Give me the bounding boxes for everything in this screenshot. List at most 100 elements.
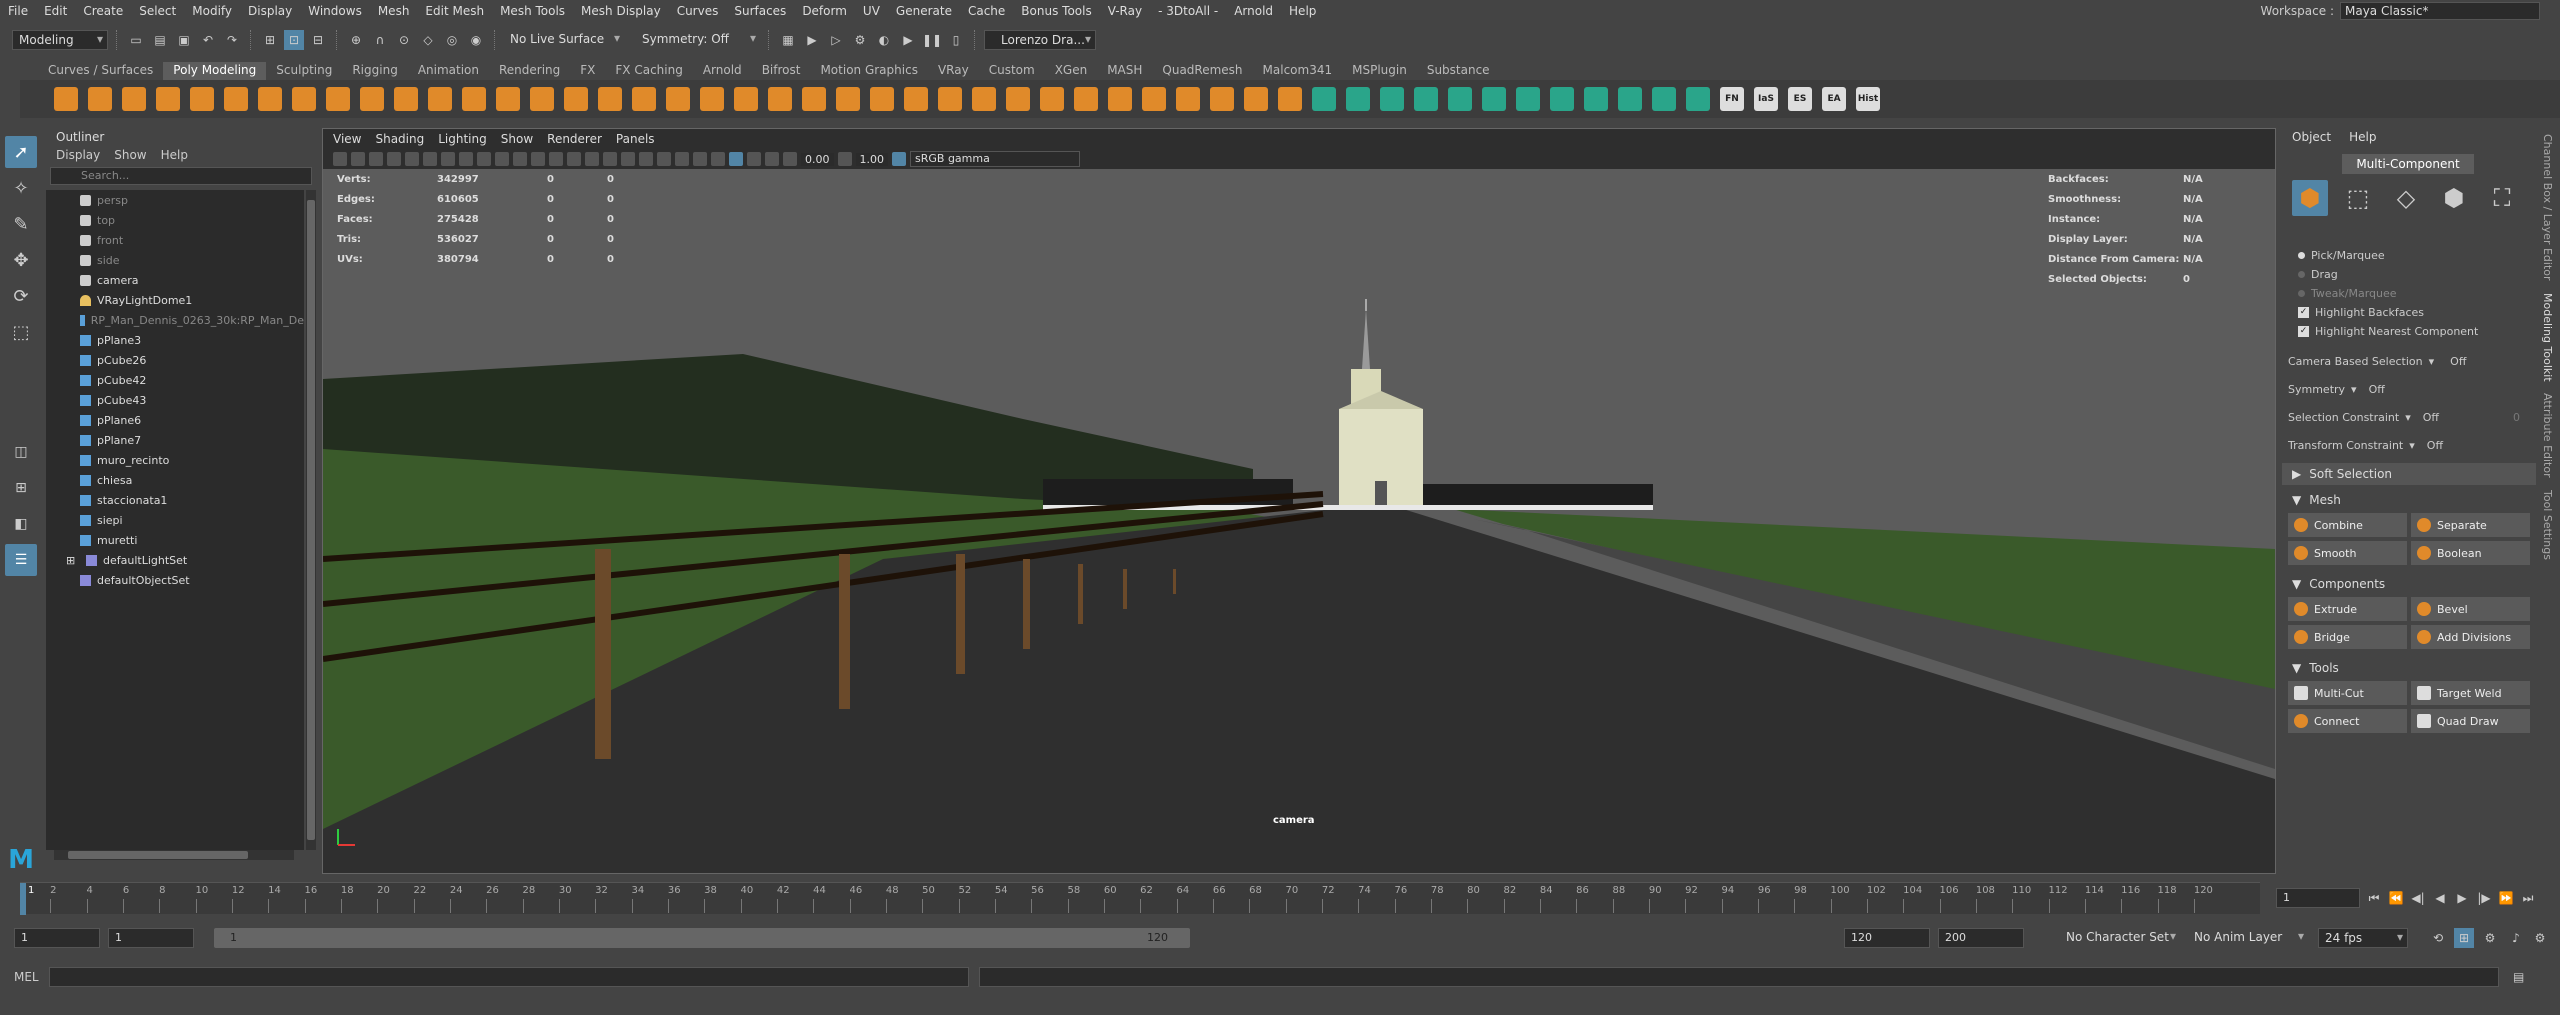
menu-windows[interactable]: Windows xyxy=(300,4,370,18)
edge-mode-icon[interactable]: ◇ xyxy=(2388,180,2424,216)
outliner-item[interactable]: defaultObjectSet xyxy=(46,570,304,590)
outliner-scrollbar[interactable] xyxy=(306,190,316,850)
user-account-dropdown[interactable]: Lorenzo Dra... xyxy=(984,30,1096,50)
pick-marquee-option[interactable]: Pick/Marquee xyxy=(2282,246,2536,265)
wireframe-icon[interactable] xyxy=(531,152,545,166)
side-tab-tool-settings[interactable]: Tool Settings xyxy=(2538,484,2557,566)
xray-joints-icon[interactable] xyxy=(747,152,761,166)
redo-icon[interactable]: ↷ xyxy=(222,30,242,50)
select-component-icon[interactable]: ⊟ xyxy=(308,30,328,50)
outliner-menu-help[interactable]: Help xyxy=(161,148,188,162)
xray-icon[interactable] xyxy=(729,152,743,166)
checkbox-checked-icon[interactable]: ✓ xyxy=(2298,307,2309,318)
combine-button[interactable]: Combine xyxy=(2288,513,2407,537)
tweak-marquee-option[interactable]: Tweak/Marquee xyxy=(2282,284,2536,303)
shelf-offset-loop-icon[interactable] xyxy=(1108,87,1132,111)
mel-input[interactable] xyxy=(48,967,969,987)
menu-edit[interactable]: Edit xyxy=(36,4,75,18)
vertex-mode-icon[interactable]: ⬚ xyxy=(2340,180,2376,216)
shelf-type-icon[interactable] xyxy=(496,87,520,111)
multi-component-button[interactable]: Multi-Component xyxy=(2342,154,2474,174)
shelf-tab-bifrost[interactable]: Bifrost xyxy=(752,62,811,80)
viewport-panel[interactable]: View Shading Lighting Show Renderer Panels 0.… xyxy=(322,128,2276,874)
loop-icon[interactable]: ⟲ xyxy=(2428,928,2448,948)
shelf-soccer-icon[interactable] xyxy=(360,87,384,111)
shelf-ea-button[interactable]: EA xyxy=(1822,87,1846,111)
shelf-tab-vray[interactable]: VRay xyxy=(928,62,979,80)
shelf-fill-hole-icon[interactable] xyxy=(768,87,792,111)
shelf-target-weld-icon[interactable] xyxy=(1006,87,1030,111)
shelf-layout-icon[interactable] xyxy=(1346,87,1370,111)
menu-bonus-tools[interactable]: Bonus Tools xyxy=(1013,4,1099,18)
shelf-smooth-icon[interactable] xyxy=(598,87,622,111)
checkbox-checked-icon[interactable]: ✓ xyxy=(2298,326,2309,337)
outliner-item[interactable]: camera xyxy=(46,270,304,290)
tools-section[interactable]: ▼ Tools xyxy=(2282,657,2536,679)
select-object-icon[interactable]: ⊡ xyxy=(284,30,304,50)
shelf-planar-icon[interactable] xyxy=(1380,87,1404,111)
drag-option[interactable]: Drag xyxy=(2282,265,2536,284)
smooth-button[interactable]: Smooth xyxy=(2288,541,2407,565)
shelf-tab-rendering[interactable]: Rendering xyxy=(489,62,570,80)
shelf-center-pivot-icon[interactable] xyxy=(1652,87,1676,111)
shelf-slide-edge-icon[interactable] xyxy=(1210,87,1234,111)
shelf-combine-icon[interactable] xyxy=(530,87,554,111)
persp-outliner-layout-icon[interactable]: ◧ xyxy=(5,508,37,540)
move-tool-icon[interactable]: ✥ xyxy=(5,244,37,276)
ambient-occlusion-icon[interactable] xyxy=(639,152,653,166)
render-icon[interactable]: ▶ xyxy=(802,30,822,50)
viewport-menu-shading[interactable]: Shading xyxy=(375,132,424,146)
animation-end-field[interactable]: 200 xyxy=(1938,928,2024,948)
preferences-icon[interactable]: ⚙ xyxy=(2530,928,2550,948)
outliner-item[interactable]: pPlane3 xyxy=(46,330,304,350)
textured-icon[interactable] xyxy=(585,152,599,166)
side-tab-attribute-editor[interactable]: Attribute Editor xyxy=(2538,387,2557,484)
menu-deform[interactable]: Deform xyxy=(794,4,855,18)
menu-cache[interactable]: Cache xyxy=(960,4,1013,18)
outliner-item[interactable]: pCube43 xyxy=(46,390,304,410)
shelf-cut-uv-icon[interactable] xyxy=(1550,87,1574,111)
snap-plane-icon[interactable]: ◇ xyxy=(418,30,438,50)
rotate-tool-icon[interactable]: ⟳ xyxy=(5,280,37,312)
auto-key-icon[interactable]: ⊞ xyxy=(2454,928,2474,948)
shelf-append-icon[interactable] xyxy=(734,87,758,111)
shelf-delete-history-icon[interactable] xyxy=(1618,87,1642,111)
shelf-tab-fx-caching[interactable]: FX Caching xyxy=(605,62,692,80)
camera-attributes-icon[interactable] xyxy=(351,152,365,166)
shelf-text-icon[interactable] xyxy=(428,87,452,111)
outliner-item[interactable]: persp xyxy=(46,190,304,210)
mel-label[interactable]: MEL xyxy=(14,970,39,984)
range-slider[interactable]: 1 120 xyxy=(214,928,1190,948)
safe-title-icon[interactable] xyxy=(513,152,527,166)
shelf-connect-icon[interactable] xyxy=(1142,87,1166,111)
shelf-edge-flow-icon[interactable] xyxy=(972,87,996,111)
quad-draw-button[interactable]: Quad Draw xyxy=(2411,709,2530,733)
shelf-cube-icon[interactable] xyxy=(88,87,112,111)
toolkit-menu-object[interactable]: Object xyxy=(2292,130,2331,144)
shelf-tab-msplugin[interactable]: MSPlugin xyxy=(1342,62,1417,80)
depth-of-field-icon[interactable] xyxy=(693,152,707,166)
shelf-tab-fx[interactable]: FX xyxy=(570,62,605,80)
play-backward-icon[interactable]: ◀ xyxy=(2432,890,2448,906)
shelf-cylinder-icon[interactable] xyxy=(122,87,146,111)
shelf-tab-mash[interactable]: MASH xyxy=(1097,62,1152,80)
ipr-icon[interactable]: ▷ xyxy=(826,30,846,50)
scroll-thumb[interactable] xyxy=(307,200,315,840)
target-weld-button[interactable]: Target Weld xyxy=(2411,681,2530,705)
workspace-dropdown[interactable]: Maya Classic* xyxy=(2340,2,2540,20)
grid-icon[interactable] xyxy=(405,152,419,166)
menu-generate[interactable]: Generate xyxy=(888,4,960,18)
viewport-menu-view[interactable]: View xyxy=(333,132,361,146)
shelf-merge-icon[interactable] xyxy=(870,87,894,111)
viewport-menu-panels[interactable]: Panels xyxy=(616,132,655,146)
go-to-end-icon[interactable]: ⏭ xyxy=(2520,890,2536,906)
render-view-icon[interactable]: ▦ xyxy=(778,30,798,50)
shadows-icon[interactable] xyxy=(621,152,635,166)
outliner-hscrollbar[interactable] xyxy=(54,850,294,860)
shelf-camera-map-icon[interactable] xyxy=(1516,87,1540,111)
film-gate-icon[interactable] xyxy=(423,152,437,166)
shelf-separate-icon[interactable] xyxy=(564,87,588,111)
shelf-crease-icon[interactable] xyxy=(1244,87,1268,111)
symmetry-dropdown[interactable]: Symmetry: Off xyxy=(628,30,760,50)
menu-select[interactable]: Select xyxy=(131,4,184,18)
